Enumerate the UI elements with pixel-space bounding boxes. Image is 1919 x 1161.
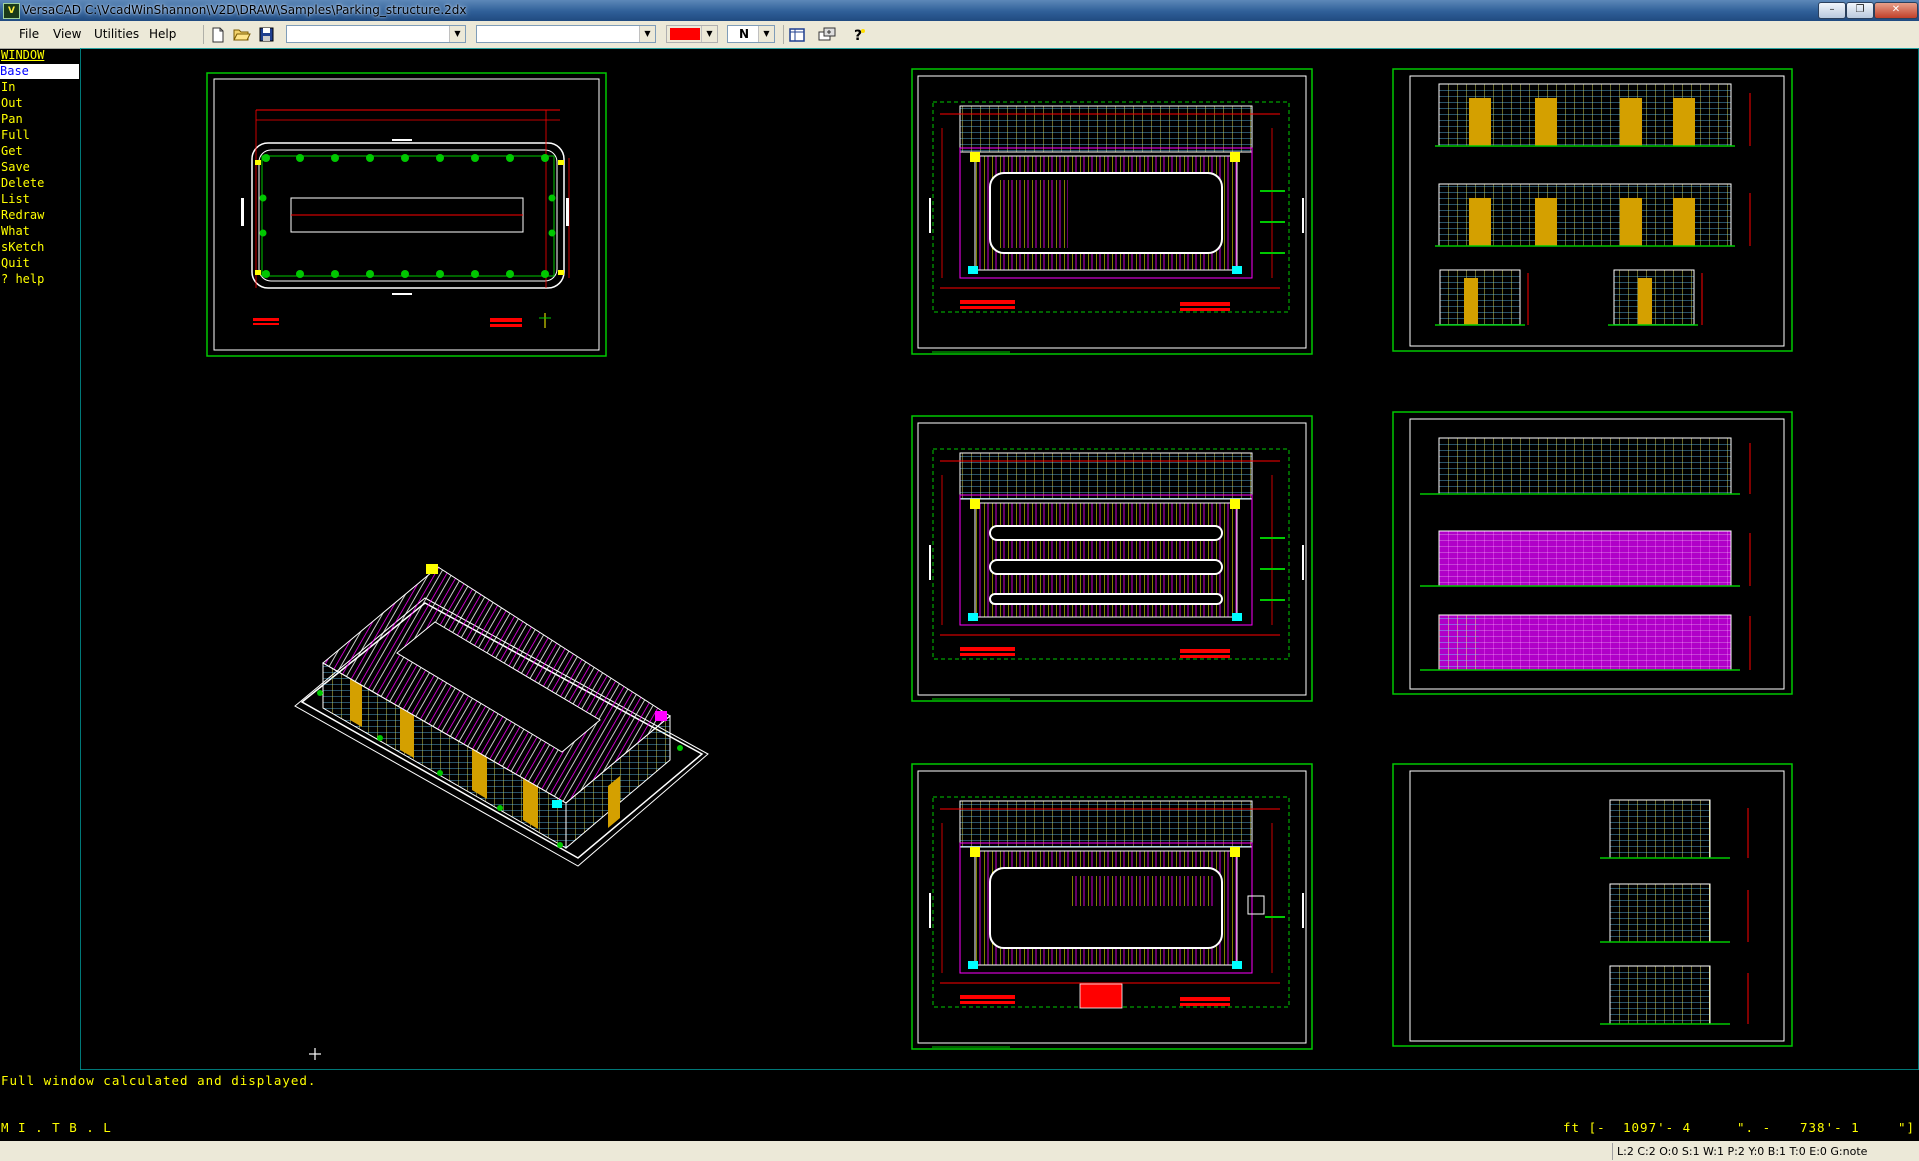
svg-text:?: ? [854,28,862,43]
help-icon[interactable]: ? [849,25,869,44]
color-picker[interactable]: ▼ [666,25,718,43]
new-file-icon[interactable] [208,25,228,44]
close-button[interactable]: ✕ [1874,2,1918,19]
toolbar-separator [203,25,204,44]
cursor-crosshair [309,1048,321,1060]
cmd-get[interactable]: Get [1,144,23,159]
pen-combo[interactable]: ▼ [476,25,656,43]
title-bar: V VersaCAD C:\VcadWinShannon\V2D\DRAW\Sa… [0,0,1919,21]
open-folder-icon[interactable] [232,25,252,44]
cmd-what[interactable]: What [1,224,30,239]
chevron-down-icon[interactable]: ▼ [449,26,465,42]
restore-button[interactable]: ❐ [1846,2,1874,19]
chevron-down-icon[interactable]: ▼ [701,26,717,42]
menu-view[interactable]: View [53,27,81,41]
cmd-redraw[interactable]: Redraw [1,208,44,223]
drawing-canvas[interactable] [80,48,1919,1070]
drawing-area[interactable] [80,48,1919,1070]
color-swatch [670,28,700,40]
sheet-plan-1 [911,68,1313,355]
menu-help[interactable]: Help [149,27,176,41]
sheet-sections [1392,763,1793,1047]
coord-y: 738'- 1 [1800,1120,1860,1135]
window-title: VersaCAD C:\VcadWinShannon\V2D\DRAW\Samp… [22,3,467,17]
cmd-pan[interactable]: Pan [1,112,23,127]
save-icon[interactable] [256,25,276,44]
toolbar-separator [783,25,784,44]
menu-header-window: WINDOW [1,48,45,62]
north-label: N [738,27,750,41]
isometric-structure-view [294,564,709,867]
coord-end: "] [1898,1120,1916,1135]
cmd-list[interactable]: List [1,192,30,207]
cmd-full[interactable]: Full [1,128,30,143]
sheet-plan-2 [911,415,1313,702]
cmd-out[interactable]: Out [1,96,23,111]
cmd-base[interactable]: Base [0,64,79,79]
sheet-elevations-2 [1392,411,1793,695]
sheet-elevations-1 [1392,68,1793,352]
layout-icon[interactable] [787,25,807,44]
settings-icon[interactable] [817,25,837,44]
cmd-sketch[interactable]: sKetch [1,240,44,255]
coord-x: 1097'- 4 [1623,1120,1692,1135]
status-text: L:2 C:2 O:0 S:1 W:1 P:2 Y:0 B:1 T:0 E:0 … [1612,1143,1919,1160]
coords-unit: ft [- [1563,1120,1606,1135]
chevron-down-icon[interactable]: ▼ [639,26,655,42]
chevron-down-icon[interactable]: ▼ [758,26,774,42]
menu-toolbar-bar: File View Utilities Help ▼ ▼ ▼ N ▼ ? [0,21,1919,49]
menu-utilities[interactable]: Utilities [94,27,139,41]
app-icon: V [3,3,20,19]
menu-file[interactable]: File [19,27,39,41]
sheet-plan-3 [911,763,1313,1050]
north-combo[interactable]: N ▼ [727,25,775,43]
minimize-button[interactable]: – [1818,2,1846,19]
sheet-site-plan [206,72,607,357]
coord-separator: ". - [1737,1120,1772,1135]
cmd-save[interactable]: Save [1,160,30,175]
cmd-quit[interactable]: Quit [1,256,30,271]
cmd-help[interactable]: ? help [1,272,44,287]
prompt-message: Full window calculated and displayed. [1,1073,317,1088]
cmd-in[interactable]: In [1,80,15,95]
cmd-delete[interactable]: Delete [1,176,44,191]
mode-line: M I . T B . L [1,1120,112,1135]
layer-combo[interactable]: ▼ [286,25,466,43]
